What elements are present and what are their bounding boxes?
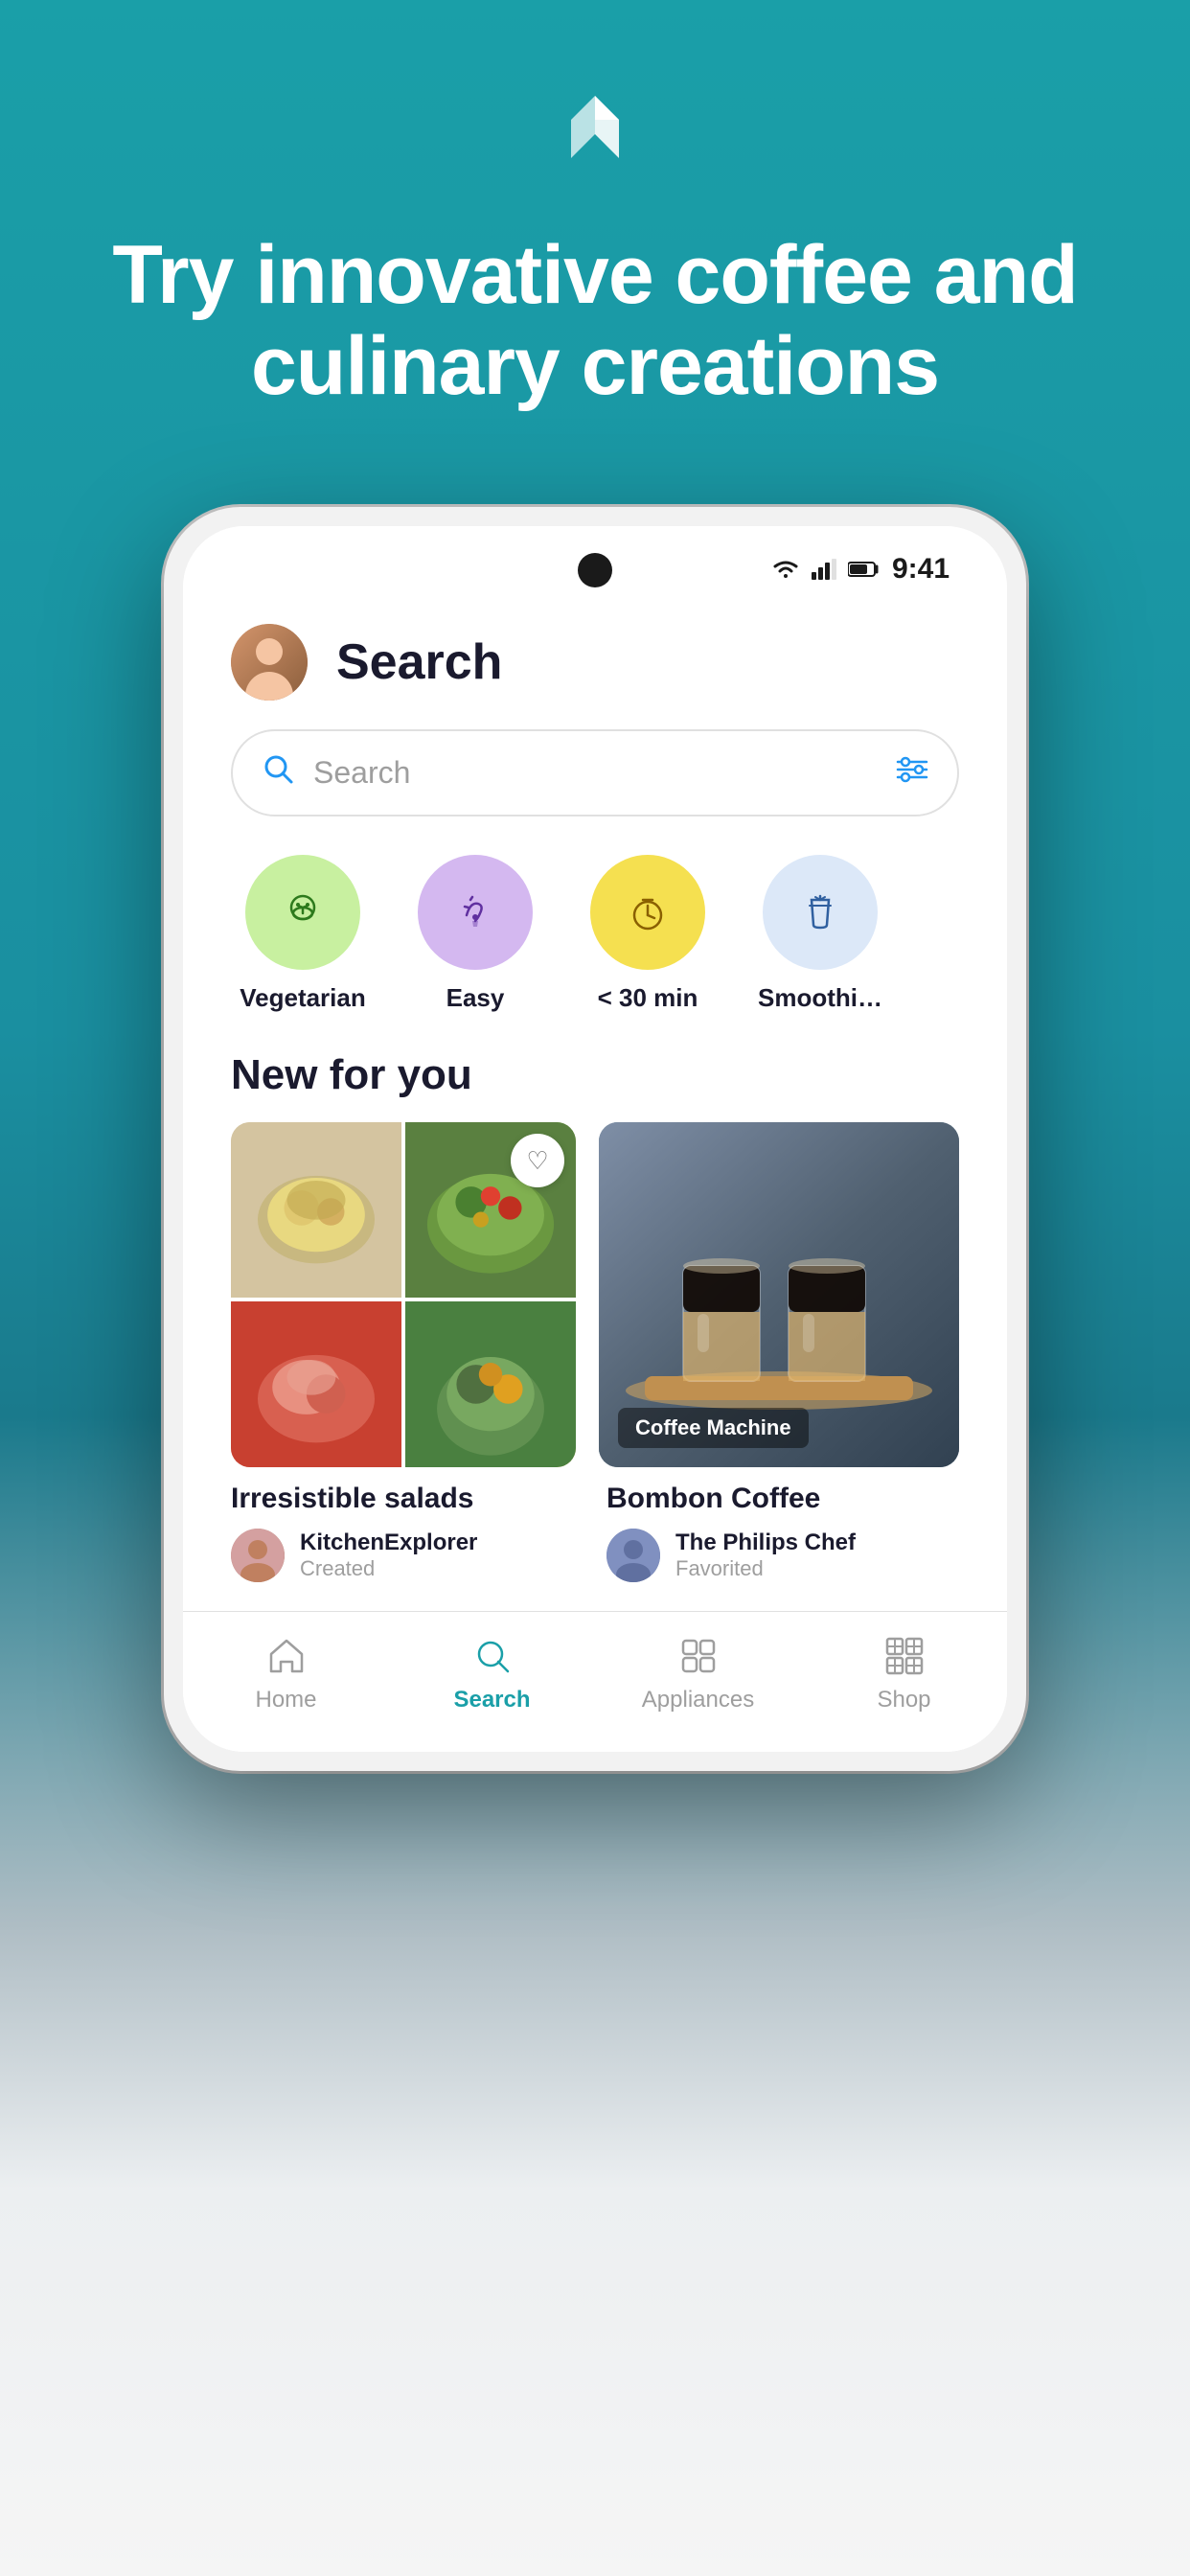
category-smoothie[interactable]: Smoothi… (748, 855, 892, 1013)
vegetarian-label: Vegetarian (240, 983, 366, 1013)
salads-author-name: KitchenExplorer (300, 1530, 477, 1556)
easy-icon (449, 886, 501, 938)
category-vegetarian[interactable]: Vegetarian (231, 855, 375, 1013)
coffee-title: Bombon Coffee (606, 1483, 959, 1515)
card-salads[interactable]: ♡ (231, 1122, 576, 1467)
appliances-icon (677, 1635, 720, 1677)
salads-author-row: KitchenExplorer Created (231, 1529, 584, 1582)
smoothie-label: Smoothi… (758, 983, 882, 1013)
battery-icon (848, 561, 881, 578)
under30-icon-circle (590, 855, 705, 970)
smoothie-icon (794, 886, 846, 938)
salads-author-info: KitchenExplorer Created (300, 1530, 477, 1581)
nav-appliances[interactable]: Appliances (595, 1635, 801, 1714)
coffee-author-row: The Philips Chef Favorited (606, 1529, 959, 1582)
smoothie-icon-circle (763, 855, 878, 970)
card-coffee[interactable]: Coffee Machine (599, 1122, 959, 1467)
salads-title: Irresistible salads (231, 1483, 584, 1515)
camera-notch (578, 553, 612, 587)
coffee-author-name: The Philips Chef (675, 1530, 856, 1556)
nav-search-icon (471, 1635, 514, 1677)
favorite-button-salads[interactable]: ♡ (511, 1134, 564, 1187)
salads-author-action: Created (300, 1556, 477, 1581)
philips-chef-avatar (606, 1529, 660, 1582)
coffee-visual: Coffee Machine (599, 1122, 959, 1467)
coffee-author-info: The Philips Chef Favorited (675, 1530, 856, 1581)
status-time: 9:41 (892, 553, 950, 586)
vegetarian-icon-circle (245, 855, 360, 970)
search-icon (262, 752, 294, 794)
shop-icon (883, 1635, 926, 1677)
bottom-nav: Home Search (183, 1611, 1007, 1752)
coffee-info: Bombon Coffee The Philips Chef (606, 1483, 959, 1582)
search-placeholder[interactable]: Search (313, 755, 877, 791)
vegetarian-icon (277, 886, 329, 938)
search-bar-container: Search (183, 720, 1007, 836)
food-image-1 (231, 1122, 401, 1298)
nav-search[interactable]: Search (389, 1635, 595, 1714)
food-image-3 (231, 1301, 401, 1467)
nav-home-label: Home (255, 1687, 316, 1714)
page-header: Search (183, 595, 1007, 720)
signal-icon (812, 559, 836, 580)
category-under30[interactable]: < 30 min (576, 855, 720, 1013)
categories-row: Vegetarian Eas (183, 836, 1007, 1042)
nav-shop[interactable]: Shop (801, 1635, 1007, 1714)
food-image-4 (405, 1301, 576, 1467)
nav-search-label: Search (453, 1687, 530, 1714)
nav-appliances-label: Appliances (642, 1687, 754, 1714)
page-title: Search (336, 633, 502, 691)
home-icon (265, 1635, 308, 1677)
easy-icon-circle (418, 855, 533, 970)
easy-label: Easy (446, 983, 505, 1013)
phone-screen: 9:41 Search (183, 526, 1007, 1752)
section-title-new: New for you (183, 1042, 1007, 1122)
nav-shop-label: Shop (877, 1687, 930, 1714)
filter-icon[interactable] (896, 756, 928, 791)
category-easy[interactable]: Easy (403, 855, 547, 1013)
app-logo (538, 77, 652, 192)
hero-section: Try innovative coffee and culinary creat… (0, 0, 1190, 469)
phone-container: 9:41 Search (0, 507, 1190, 1771)
status-icons: 9:41 (771, 553, 950, 586)
salads-image-grid: ♡ (231, 1122, 576, 1467)
hero-title: Try innovative coffee and culinary creat… (0, 230, 1190, 411)
coffee-machine-badge: Coffee Machine (618, 1408, 809, 1448)
search-bar[interactable]: Search (231, 729, 959, 816)
timer-icon (622, 886, 674, 938)
under30-label: < 30 min (598, 983, 698, 1013)
cards-info-row: Irresistible salads KitchenExplorer (183, 1467, 1007, 1582)
nav-home[interactable]: Home (183, 1635, 389, 1714)
coffee-card-image: Coffee Machine (599, 1122, 959, 1467)
salads-info: Irresistible salads KitchenExplorer (231, 1483, 584, 1582)
status-bar: 9:41 (183, 526, 1007, 595)
phone-frame: 9:41 Search (164, 507, 1026, 1771)
user-avatar[interactable] (231, 624, 308, 701)
kitchen-explorer-avatar (231, 1529, 285, 1582)
cards-grid: ♡ (183, 1122, 1007, 1467)
wifi-icon (771, 559, 800, 580)
coffee-author-action: Favorited (675, 1556, 856, 1581)
app-content: Search Search (183, 595, 1007, 1752)
